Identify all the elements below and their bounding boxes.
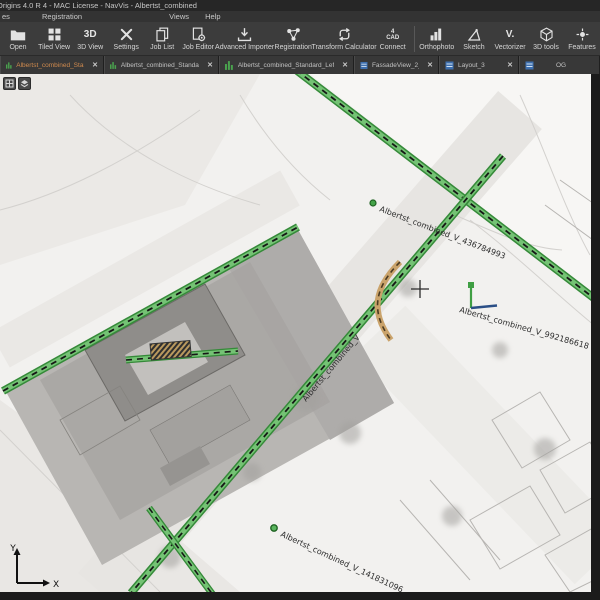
orthophoto-tab-icon (6, 61, 12, 70)
settings-icon (118, 25, 135, 44)
job-editor-button[interactable]: Job Editor (180, 22, 216, 56)
menu-item-files[interactable]: es (2, 11, 10, 22)
3d-tools-button[interactable]: 3D tools (528, 22, 564, 56)
scan-position-dot[interactable] (370, 200, 376, 206)
canvas-bottom-gutter (0, 592, 600, 600)
window-title: Origins 4.0 R 4 - MAC License - NavVis -… (0, 0, 197, 11)
close-tab-icon[interactable]: ✕ (338, 61, 348, 69)
canvas-right-gutter (591, 74, 600, 600)
axis-y-label: Y (9, 544, 16, 554)
orthophoto-button[interactable]: Orthophoto (417, 22, 456, 56)
transform-calculator-button[interactable]: Transform Calculator (313, 22, 374, 56)
settings-button[interactable]: Settings (108, 22, 144, 56)
map-viewport[interactable]: Albertst_combined_V_436784993 Albertst_c… (0, 74, 591, 592)
layout-tab-icon (525, 61, 534, 70)
tab-standard-top[interactable]: Albertst_combined_Standard_Top ✕ (0, 56, 104, 74)
features-icon (574, 25, 591, 44)
tab-og[interactable]: OG (519, 56, 600, 74)
registration-icon (285, 25, 302, 44)
main-toolbar: Open Tiled View 3D 3D View Settings (0, 22, 600, 56)
close-tab-icon[interactable]: ✕ (423, 61, 433, 69)
vectorizer-icon: V. (506, 25, 515, 44)
tab-standard-left[interactable]: Albertst_combined_Standard_Left ✕ (219, 56, 354, 74)
map-toolbuttons (3, 77, 31, 90)
tiled-view-button[interactable]: Tiled View (36, 22, 72, 56)
layout-tab-icon (360, 61, 368, 70)
3d-tools-cube-icon (538, 25, 555, 44)
close-tab-icon[interactable]: ✕ (203, 61, 213, 69)
menu-item-help[interactable]: Help (205, 11, 220, 22)
toolbar-separator (414, 26, 415, 52)
close-tab-icon[interactable]: ✕ (503, 61, 513, 69)
tab-standard-front[interactable]: Albertst_combined_Standard_Front ✕ (104, 56, 219, 74)
tab-layout-3[interactable]: Layout_3 ✕ (439, 56, 519, 74)
tiled-view-icon (46, 25, 63, 44)
orthophoto-map[interactable]: Albertst_combined_V_436784993 Albertst_c… (0, 74, 591, 592)
3d-view-icon: 3D (84, 25, 97, 44)
transform-calculator-icon (336, 25, 353, 44)
open-button[interactable]: Open (0, 22, 36, 56)
sketch-icon (466, 25, 483, 44)
vectorizer-button[interactable]: V. Vectorizer (492, 22, 528, 56)
orthophoto-icon (428, 25, 445, 44)
map-layers-button[interactable] (18, 77, 31, 90)
scan-position-dot[interactable] (271, 525, 277, 531)
job-editor-icon (190, 25, 207, 44)
view-tab-bar: Albertst_combined_Standard_Top ✕ Alberts… (0, 56, 600, 74)
advanced-importer-icon (236, 25, 253, 44)
connect-cad-icon: 4 CAD (386, 25, 399, 44)
orthophoto-tab-icon (110, 61, 117, 70)
map-grid-button[interactable] (3, 77, 16, 90)
features-button[interactable]: Features (564, 22, 600, 56)
grid-icon (5, 79, 14, 88)
menu-item-registration[interactable]: Registration (42, 11, 82, 22)
sketch-hatch-box[interactable] (150, 341, 191, 360)
job-list-button[interactable]: Job List (144, 22, 180, 56)
application-window: Origins 4.0 R 4 - MAC License - NavVis -… (0, 0, 600, 600)
connect-button[interactable]: 4 CAD Connect (375, 22, 411, 56)
tab-fassadeview[interactable]: FassadeView_2_1 ✕ (354, 56, 439, 74)
close-tab-icon[interactable]: ✕ (88, 61, 98, 69)
job-list-icon (154, 25, 171, 44)
layers-icon (20, 79, 29, 88)
advanced-importer-button[interactable]: Advanced Importer (216, 22, 273, 56)
registration-button[interactable]: Registration (273, 22, 313, 56)
axis-x-label: X (53, 580, 59, 590)
open-folder-icon (9, 25, 27, 44)
menu-item-views[interactable]: Views (169, 11, 189, 22)
orthophoto-tab-icon (225, 61, 234, 70)
layout-tab-icon (445, 61, 454, 70)
3d-view-button[interactable]: 3D 3D View (72, 22, 108, 56)
title-bar: Origins 4.0 R 4 - MAC License - NavVis -… (0, 0, 600, 11)
sketch-button[interactable]: Sketch (456, 22, 492, 56)
menu-bar: es Registration Views Help (0, 11, 600, 22)
